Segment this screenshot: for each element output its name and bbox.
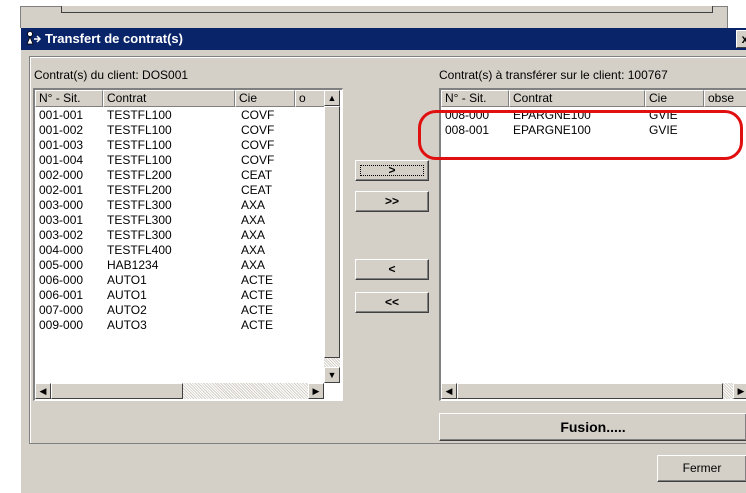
right-hscroll-thumb[interactable] xyxy=(457,383,723,399)
scroll-down-icon[interactable]: ▼ xyxy=(324,367,340,383)
left-hscroll-thumb[interactable] xyxy=(51,383,183,399)
row-cie: AXA xyxy=(241,228,266,242)
background-window-edge xyxy=(61,6,713,13)
scroll-up-icon[interactable]: ▲ xyxy=(324,90,340,106)
list-item[interactable]: 002-000 TESTFL200 CEAT xyxy=(35,168,342,183)
row-numero: 006-001 xyxy=(39,288,84,302)
row-cie: CEAT xyxy=(241,183,273,197)
list-item[interactable]: 001-001 TESTFL100 COVF xyxy=(35,108,342,123)
list-item[interactable]: 006-000 AUTO1 ACTE xyxy=(35,273,342,288)
row-cie: ACTE xyxy=(241,288,274,302)
list-item[interactable]: 009-000 AUTO3 ACTE xyxy=(35,318,342,333)
list-item[interactable]: 003-001 TESTFL300 AXA xyxy=(35,213,342,228)
column-header-observation[interactable]: o xyxy=(295,90,326,107)
dialog-title: Transfert de contrat(s) xyxy=(45,31,183,46)
focus-rectangle xyxy=(356,161,428,180)
row-cie: ACTE xyxy=(241,273,274,287)
row-cie: AXA xyxy=(241,258,266,272)
row-contrat: TESTFL100 xyxy=(107,123,172,137)
left-list-header: N° - Sit. Contrat Cie o xyxy=(35,90,326,107)
move-one-left-button[interactable]: < xyxy=(355,259,429,280)
row-numero: 003-001 xyxy=(39,213,84,227)
list-item[interactable]: 004-000 TESTFL400 AXA xyxy=(35,243,342,258)
row-contrat: TESTFL200 xyxy=(107,183,172,197)
column-header-contrat[interactable]: Contrat xyxy=(509,90,645,107)
list-item[interactable]: 007-000 AUTO2 ACTE xyxy=(35,303,342,318)
scroll-left-icon[interactable]: ◀ xyxy=(441,383,457,399)
row-numero: 001-001 xyxy=(39,108,84,122)
move-one-right-button[interactable]: > xyxy=(355,160,429,181)
row-cie: COVF xyxy=(241,123,275,137)
scroll-left-icon[interactable]: ◀ xyxy=(35,383,51,399)
row-numero: 001-002 xyxy=(39,123,84,137)
list-item[interactable]: 001-002 TESTFL100 COVF xyxy=(35,123,342,138)
row-contrat: TESTFL300 xyxy=(107,198,172,212)
row-contrat: HAB1234 xyxy=(107,258,159,272)
row-contrat: AUTO1 xyxy=(107,288,147,302)
move-all-left-button[interactable]: << xyxy=(355,292,429,313)
right-list-label: Contrat(s) à transférer sur le client: 1… xyxy=(439,68,668,82)
row-contrat: TESTFL300 xyxy=(107,228,172,242)
row-contrat: AUTO3 xyxy=(107,318,147,332)
left-vertical-scrollbar[interactable]: ▲ ▼ xyxy=(324,90,340,383)
row-numero: 005-000 xyxy=(39,258,84,272)
right-list-header: N° - Sit. Contrat Cie obse xyxy=(441,90,746,107)
row-cie: CEAT xyxy=(241,168,273,182)
transfer-icon xyxy=(26,31,41,45)
left-vscroll-thumb[interactable] xyxy=(324,106,340,358)
row-cie: COVF xyxy=(241,153,275,167)
row-numero: 004-000 xyxy=(39,243,84,257)
list-item[interactable]: 002-001 TESTFL200 CEAT xyxy=(35,183,342,198)
row-cie: AXA xyxy=(241,243,266,257)
row-cie: AXA xyxy=(241,198,266,212)
fusion-button[interactable]: Fusion..... xyxy=(439,413,746,441)
scroll-right-icon[interactable]: ▶ xyxy=(308,383,324,399)
row-contrat: TESTFL400 xyxy=(107,243,172,257)
list-item[interactable]: 001-004 TESTFL100 COVF xyxy=(35,153,342,168)
row-numero: 003-002 xyxy=(39,228,84,242)
row-contrat: AUTO2 xyxy=(107,303,147,317)
row-numero: 006-000 xyxy=(39,273,84,287)
row-numero: 003-000 xyxy=(39,198,84,212)
row-contrat: TESTFL100 xyxy=(107,153,172,167)
row-numero: 001-004 xyxy=(39,153,84,167)
row-cie: ACTE xyxy=(241,318,274,332)
row-numero: 002-001 xyxy=(39,183,84,197)
row-numero: 007-000 xyxy=(39,303,84,317)
row-contrat: TESTFL100 xyxy=(107,138,172,152)
list-item[interactable]: 001-003 TESTFL100 COVF xyxy=(35,138,342,153)
row-contrat: AUTO1 xyxy=(107,273,147,287)
left-list-label: Contrat(s) du client: DOS001 xyxy=(34,68,189,82)
close-button[interactable]: Fermer xyxy=(657,455,746,482)
list-item[interactable]: 003-000 TESTFL300 AXA xyxy=(35,198,342,213)
row-cie: AXA xyxy=(241,213,266,227)
row-contrat: TESTFL100 xyxy=(107,108,172,122)
highlight-annotation xyxy=(418,110,743,160)
title-bar[interactable]: Transfert de contrat(s) x xyxy=(21,28,746,50)
row-numero: 002-000 xyxy=(39,168,84,182)
row-cie: COVF xyxy=(241,108,275,122)
list-item[interactable]: 003-002 TESTFL300 AXA xyxy=(35,228,342,243)
right-horizontal-scrollbar[interactable]: ◀ ▶ xyxy=(441,383,746,399)
column-header-observation[interactable]: obse xyxy=(704,90,746,107)
transfer-dialog: Transfert de contrat(s) x Contrat(s) du … xyxy=(20,28,746,493)
row-numero: 001-003 xyxy=(39,138,84,152)
column-header-numero[interactable]: N° - Sit. xyxy=(35,90,103,107)
list-item[interactable]: 006-001 AUTO1 ACTE xyxy=(35,288,342,303)
list-item[interactable]: 005-000 HAB1234 AXA xyxy=(35,258,342,273)
row-cie: COVF xyxy=(241,138,275,152)
column-header-cie[interactable]: Cie xyxy=(645,90,704,107)
row-numero: 009-000 xyxy=(39,318,84,332)
row-contrat: TESTFL200 xyxy=(107,168,172,182)
row-cie: ACTE xyxy=(241,303,274,317)
column-header-numero[interactable]: N° - Sit. xyxy=(441,90,509,107)
left-contract-list[interactable]: N° - Sit. Contrat Cie o 001-001 TESTFL100… xyxy=(33,88,343,401)
scroll-right-icon[interactable]: ▶ xyxy=(733,383,746,399)
column-header-cie[interactable]: Cie xyxy=(235,90,295,107)
column-header-contrat[interactable]: Contrat xyxy=(103,90,235,107)
move-all-right-button[interactable]: >> xyxy=(355,191,429,212)
close-icon[interactable]: x xyxy=(736,30,746,48)
left-horizontal-scrollbar[interactable]: ◀ ▶ xyxy=(35,383,324,399)
row-contrat: TESTFL300 xyxy=(107,213,172,227)
